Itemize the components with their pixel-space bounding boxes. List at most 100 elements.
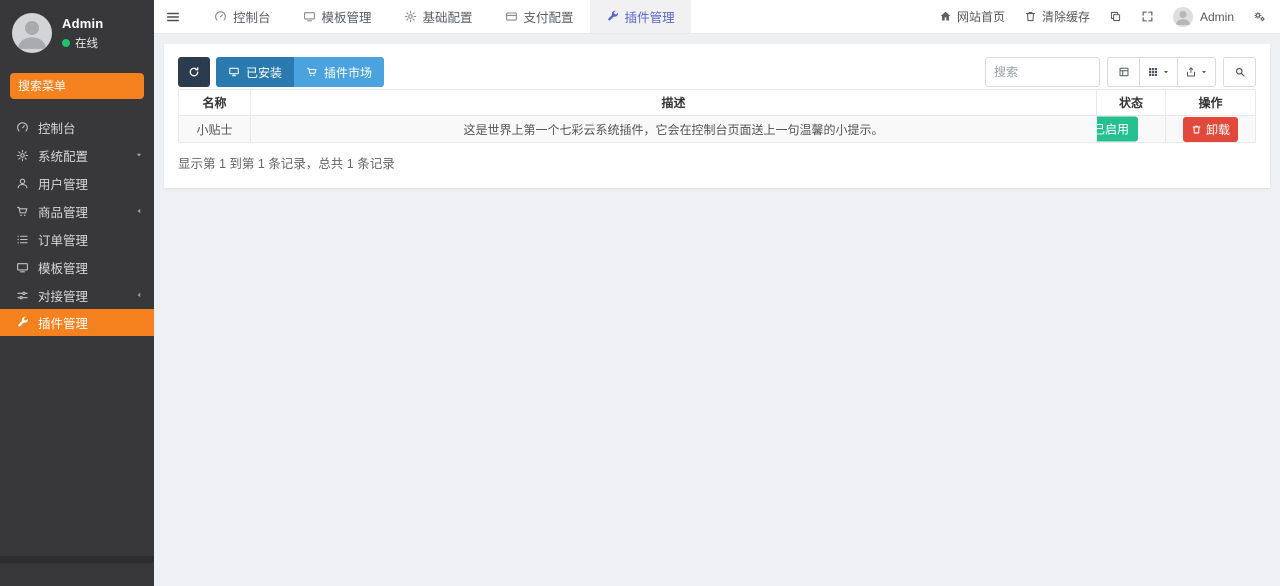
- refresh-icon: [188, 66, 200, 78]
- column-header-name: 名称: [179, 90, 251, 116]
- refresh-button[interactable]: [178, 57, 210, 87]
- status-enabled-button[interactable]: 已启用: [1097, 117, 1139, 142]
- tab-templates[interactable]: 模板管理: [287, 0, 388, 33]
- tab-basic-config[interactable]: 基础配置: [388, 0, 489, 33]
- table-row: 小贴士 这是世界上第一个七彩云系统插件，它会在控制台页面送上一句温馨的小提示。 …: [179, 116, 1256, 143]
- trash-icon: [1191, 124, 1202, 135]
- avatar: [12, 13, 52, 53]
- card-view-button[interactable]: [1107, 57, 1140, 87]
- column-header-actions: 操作: [1166, 90, 1256, 116]
- sidebar-item-integrations[interactable]: 对接管理: [0, 281, 154, 309]
- desktop-icon: [228, 66, 240, 78]
- column-header-description: 描述: [251, 90, 1097, 116]
- copy-button[interactable]: [1109, 10, 1122, 23]
- user-panel: Admin 在线: [0, 0, 154, 65]
- wrench-icon: [606, 10, 619, 23]
- tab-label: 控制台: [233, 7, 271, 26]
- tab-label: 支付配置: [524, 7, 574, 26]
- menu-search-input[interactable]: [10, 73, 181, 99]
- plugin-description-cell: 这是世界上第一个七彩云系统插件，它会在控制台页面送上一句温馨的小提示。: [251, 116, 1097, 143]
- settings-button[interactable]: [1253, 10, 1266, 23]
- sidebar-item-system-config[interactable]: 系统配置: [0, 141, 154, 169]
- sidebar-item-label: 插件管理: [38, 313, 88, 332]
- gear-icon: [404, 10, 417, 23]
- tab-plugins[interactable]: 插件管理: [590, 0, 691, 33]
- person-icon: [12, 13, 52, 53]
- chevron-down-icon: [134, 150, 144, 160]
- pagination-summary: 显示第 1 到第 1 条记录，总共 1 条记录: [178, 153, 1256, 172]
- export-button[interactable]: [1178, 57, 1216, 87]
- copy-icon: [1109, 10, 1122, 23]
- table-toolbar: 已安装 插件市场: [178, 57, 1256, 87]
- fullscreen-button[interactable]: [1141, 10, 1154, 23]
- columns-button[interactable]: [1140, 57, 1178, 87]
- fullscreen-icon: [1141, 10, 1154, 23]
- uninstall-button[interactable]: 卸载: [1183, 117, 1238, 142]
- sidebar-item-label: 商品管理: [38, 202, 88, 221]
- chevron-left-icon: [134, 206, 144, 216]
- sidebar-item-orders[interactable]: 订单管理: [0, 225, 154, 253]
- tab-label: 基础配置: [423, 7, 473, 26]
- sliders-icon: [16, 289, 36, 302]
- online-dot: [62, 39, 70, 47]
- sidebar-item-dashboard[interactable]: 控制台: [0, 113, 154, 141]
- site-home-link[interactable]: 网站首页: [939, 8, 1005, 25]
- menu-search: [10, 73, 144, 99]
- sidebar-item-users[interactable]: 用户管理: [0, 169, 154, 197]
- plugin-view-switch: 已安装 插件市场: [216, 57, 384, 87]
- cart-icon: [16, 205, 36, 218]
- sidebar-item-products[interactable]: 商品管理: [0, 197, 154, 225]
- topnav-tabs: 控制台 模板管理 基础配置 支付配置 插件管理: [198, 0, 691, 33]
- sidebar-item-label: 对接管理: [38, 286, 88, 305]
- avatar: [1173, 7, 1193, 27]
- user-name: Admin: [62, 16, 103, 31]
- plugin-market-button[interactable]: 插件市场: [294, 57, 384, 87]
- chevron-left-icon: [134, 290, 144, 300]
- user-menu[interactable]: Admin: [1173, 7, 1234, 27]
- person-icon: [1173, 7, 1193, 27]
- sidebar-item-templates[interactable]: 模板管理: [0, 253, 154, 281]
- table-header-row: 名称 描述 状态 操作: [179, 90, 1256, 116]
- sidebar-item-plugins[interactable]: 插件管理: [0, 309, 154, 336]
- card-view-icon: [1118, 66, 1130, 78]
- sidebar-toggle-button[interactable]: [154, 0, 192, 33]
- search-icon: [1234, 66, 1246, 78]
- clear-cache-link[interactable]: 清除缓存: [1024, 8, 1090, 25]
- sidebar-item-label: 订单管理: [38, 230, 88, 249]
- caret-down-icon: [1200, 68, 1208, 76]
- table-search-input[interactable]: [985, 57, 1100, 87]
- plugins-panel: 已安装 插件市场: [164, 44, 1270, 188]
- tab-label: 插件管理: [625, 7, 675, 26]
- table-view-buttons: [1107, 57, 1216, 87]
- columns-icon: [1147, 66, 1159, 78]
- toolbar-right: [985, 57, 1256, 87]
- plugins-table: 名称 描述 状态 操作 小贴士 这是世界上第一个七彩云系统插件，它会在控制台页面…: [178, 89, 1256, 143]
- sidebar-item-label: 用户管理: [38, 174, 88, 193]
- installed-button[interactable]: 已安装: [216, 57, 294, 87]
- trash-icon: [1024, 10, 1037, 23]
- plugin-status-cell: 已启用: [1097, 116, 1166, 143]
- user-status: 在线: [62, 35, 103, 51]
- credit-card-icon: [505, 10, 518, 23]
- topnav-right: 网站首页 清除缓存 Admin: [939, 0, 1280, 33]
- tv-icon: [16, 261, 36, 274]
- list-icon: [16, 233, 36, 246]
- sidebar-item-label: 模板管理: [38, 258, 88, 277]
- tab-payment-config[interactable]: 支付配置: [489, 0, 590, 33]
- export-icon: [1185, 66, 1197, 78]
- user-meta: Admin 在线: [62, 16, 103, 51]
- toggle-search-button[interactable]: [1223, 57, 1256, 87]
- topnav: 控制台 模板管理 基础配置 支付配置 插件管理 网站首页: [154, 0, 1280, 34]
- cart-icon: [306, 66, 318, 78]
- column-header-status: 状态: [1097, 90, 1166, 116]
- plugin-actions-cell: 卸载: [1166, 116, 1256, 143]
- user-status-label: 在线: [75, 35, 98, 51]
- home-icon: [939, 10, 952, 23]
- tab-dashboard[interactable]: 控制台: [198, 0, 287, 33]
- username-label: Admin: [1200, 10, 1234, 24]
- gear-icon: [16, 149, 36, 162]
- dashboard-icon: [16, 121, 36, 134]
- app-root: Admin 在线 控制台 系统配置: [0, 0, 1280, 586]
- uninstall-label: 卸载: [1206, 121, 1230, 138]
- tab-label: 模板管理: [322, 7, 372, 26]
